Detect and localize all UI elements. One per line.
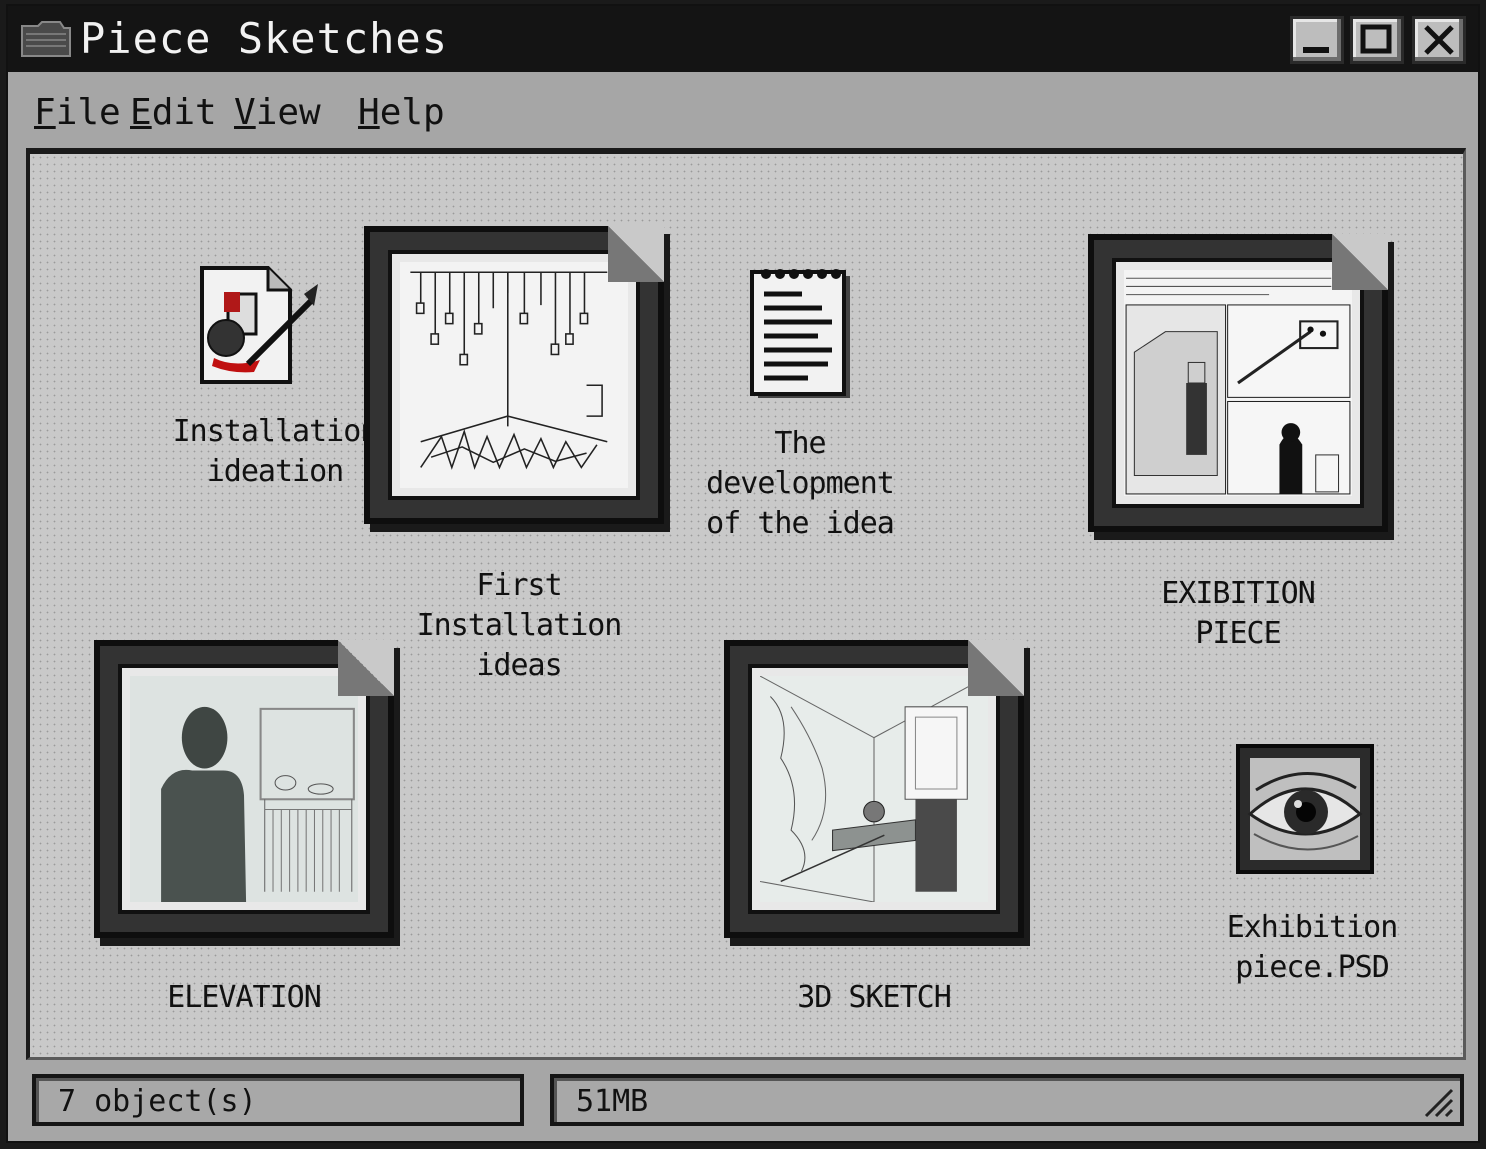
- icon-label: Exhibition piece.PSD: [1226, 910, 1399, 985]
- menu-help[interactable]: Help: [358, 92, 445, 133]
- file-exibition-piece[interactable]: EXIBITION PIECE: [1088, 234, 1418, 654]
- title-bar[interactable]: Piece Sketches: [8, 6, 1478, 72]
- file-first-installation-ideas[interactable]: First Installation ideas: [364, 226, 684, 686]
- minimize-icon: [1303, 47, 1329, 53]
- file-installation-ideation[interactable]: Installation ideation: [170, 254, 390, 494]
- icon-label: Installation ideation: [172, 414, 379, 489]
- menu-view[interactable]: View: [234, 92, 321, 133]
- notepad-icon: [750, 269, 850, 398]
- icon-label: ELEVATION: [167, 980, 322, 1015]
- minimize-button[interactable]: [1290, 16, 1344, 64]
- icon-label: 3D SKETCH: [797, 980, 952, 1015]
- icon-label: First Installation ideas: [416, 568, 623, 683]
- status-objects: 7 object(s): [32, 1074, 524, 1126]
- close-button[interactable]: [1412, 16, 1466, 64]
- image-thumbnail: [364, 226, 664, 524]
- menu-edit[interactable]: Edit: [130, 92, 217, 133]
- file-development-of-the-idea[interactable]: The development of the idea: [690, 264, 910, 554]
- total-size: 51MB: [576, 1084, 649, 1119]
- menu-file[interactable]: File: [34, 92, 121, 133]
- eye-image-icon: [1236, 744, 1374, 874]
- close-icon: [1424, 25, 1454, 55]
- image-thumbnail: [94, 640, 394, 938]
- menu-bar: File Edit View Help: [8, 72, 1478, 146]
- resize-grip-icon[interactable]: [1420, 1084, 1454, 1118]
- window-title: Piece Sketches: [80, 14, 449, 63]
- object-count: 7 object(s): [58, 1084, 257, 1119]
- window: Piece Sketches File Edit View Help Insta…: [6, 4, 1480, 1143]
- status-size: 51MB: [550, 1074, 1464, 1126]
- file-view[interactable]: Installation ideation First Installation…: [26, 148, 1466, 1060]
- status-bar: 7 object(s) 51MB: [8, 1066, 1478, 1142]
- image-thumbnail: [724, 640, 1024, 938]
- file-elevation[interactable]: ELEVATION: [94, 640, 414, 1020]
- folder-icon: [21, 21, 71, 57]
- icon-label: The development of the idea: [706, 426, 895, 541]
- maximize-button[interactable]: [1350, 16, 1404, 64]
- image-thumbnail: [1088, 234, 1388, 532]
- maximize-icon: [1360, 24, 1392, 54]
- icon-label: EXIBITION PIECE: [1161, 576, 1316, 651]
- file-3d-sketch[interactable]: 3D SKETCH: [724, 640, 1044, 1020]
- file-exhibition-piece-psd[interactable]: Exhibition piece.PSD: [1222, 744, 1402, 994]
- paint-document-icon: [200, 266, 318, 384]
